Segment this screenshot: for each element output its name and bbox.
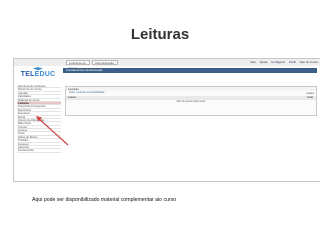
tab-course-environment[interactable]: Ambiente do Curso (66, 60, 90, 70)
column-header-reading: Leitura (68, 95, 76, 99)
table-header: Leitura Data (66, 95, 316, 100)
slide-caption: Aqui pode ser disponibilizado material c… (32, 197, 177, 203)
panel-action-link[interactable]: Ação: Leituras Compartilhadas (66, 91, 316, 95)
main-content: Fundamentos da Educação Leituras Ação: L… (63, 66, 320, 181)
sidebar-item[interactable]: Ferramentas (17, 149, 61, 153)
top-link-exit[interactable]: Sair (250, 60, 255, 64)
top-link-leave-course[interactable]: Sair do Curso (300, 60, 318, 64)
column-header-date: Data (307, 95, 313, 99)
empty-message: Não há leituras disponíveis (176, 99, 206, 103)
tab-administration[interactable]: Administração (92, 60, 118, 65)
sidebar-menu: Estrutura do Ambiente Dinâmica do Curso Ag… (17, 85, 61, 153)
top-link-configure[interactable]: Configurar (271, 60, 285, 64)
app-screenshot: Ambiente do Curso Administração Sair Aju… (13, 58, 320, 182)
top-links: Sair Ajuda Configurar Perfil Sair do Cur… (247, 60, 318, 65)
top-bar: Ambiente do Curso Administração Sair Aju… (14, 59, 320, 70)
course-title-bar: Fundamentos da Educação (63, 68, 317, 73)
readings-panel: Leituras Ação: Leituras Compartilhadas L… (65, 86, 317, 116)
logo-text: TELEDUC (20, 71, 56, 78)
slide-title: Leituras (130, 26, 190, 43)
top-link-help[interactable]: Ajuda (260, 60, 268, 64)
top-link-profile[interactable]: Perfil (289, 60, 296, 64)
teleduc-logo: TELEDUC (19, 67, 57, 81)
